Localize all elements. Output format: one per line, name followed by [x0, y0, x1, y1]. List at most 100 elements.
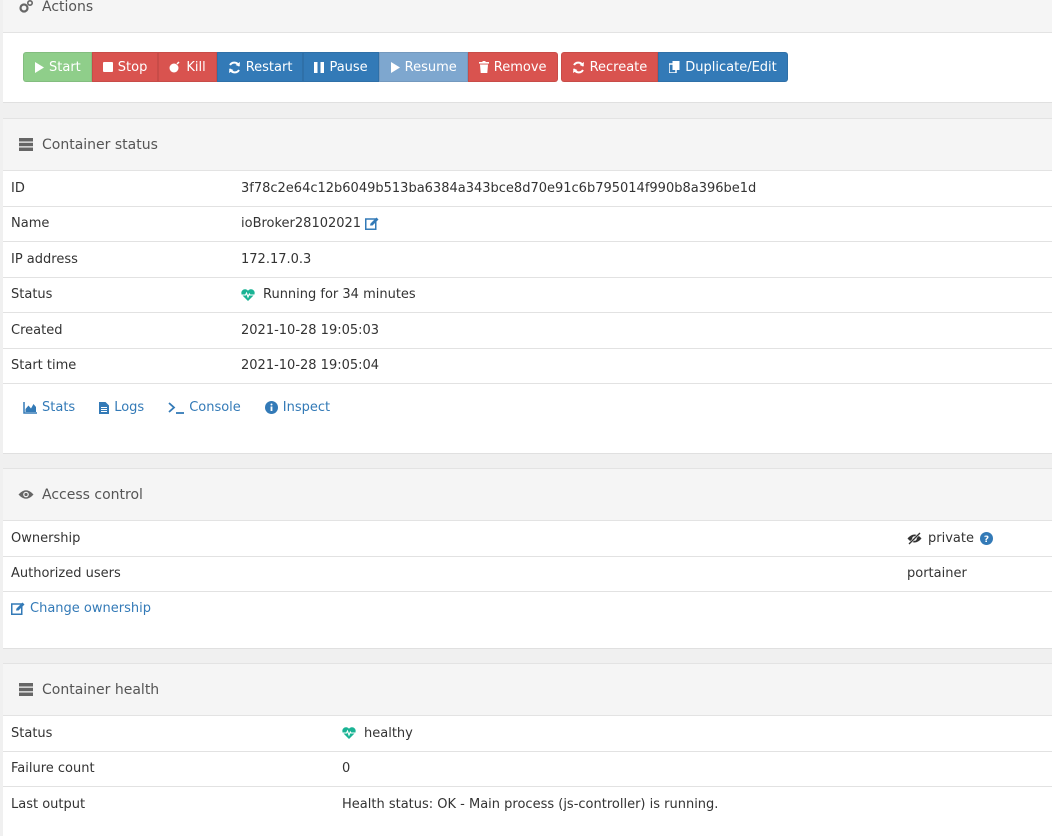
- container-status-title: Container status: [42, 136, 158, 153]
- server-icon: [18, 137, 34, 153]
- status-row-start-time: Start time 2021-10-28 19:05:04: [3, 349, 1052, 384]
- container-health-title: Container health: [42, 681, 160, 698]
- recreate-label: Recreate: [589, 59, 648, 75]
- container-health-widget: Container health Status healthy Failure …: [3, 663, 1052, 836]
- refresh-icon: [572, 61, 584, 73]
- status-row-status: Status Running for 34 minutes: [3, 278, 1052, 313]
- resume-button[interactable]: Resume: [378, 52, 468, 82]
- id-label: ID: [11, 180, 25, 196]
- actions-widget: Actions Start Stop Kill Restart Pause Re…: [3, 0, 1052, 103]
- status-label: Status: [11, 287, 53, 303]
- terminal-icon: [168, 401, 185, 414]
- pause-label: Pause: [329, 59, 368, 75]
- ownership-value: private: [928, 530, 974, 546]
- restart-button[interactable]: Restart: [216, 52, 304, 82]
- stop-button[interactable]: Stop: [91, 52, 159, 82]
- file-text-icon: [99, 401, 110, 414]
- authorized-users-row: Authorized users portainer: [3, 557, 1052, 592]
- change-ownership-link[interactable]: Change ownership: [11, 601, 151, 616]
- logs-label: Logs: [114, 400, 145, 415]
- trash-icon: [478, 61, 489, 73]
- start-label: Start: [49, 59, 81, 75]
- start-time-value: 2021-10-28 19:05:04: [241, 358, 380, 374]
- last-output-value: Health status: OK - Main process (js-con…: [342, 797, 719, 813]
- kill-button[interactable]: Kill: [158, 52, 217, 82]
- id-value: 3f78c2e64c12b6049b513ba6384a343bce8d70e9…: [241, 180, 757, 196]
- edit-name-icon[interactable]: [365, 217, 379, 231]
- resume-label: Resume: [404, 59, 457, 75]
- last-output-label: Last output: [11, 797, 86, 813]
- created-value: 2021-10-28 19:05:03: [241, 322, 380, 338]
- bomb-icon: [169, 61, 180, 73]
- health-status-row: Status healthy: [3, 716, 1052, 752]
- remove-button[interactable]: Remove: [467, 52, 558, 82]
- name-value-wrap: ioBroker28102021: [241, 216, 379, 231]
- container-health-header: Container health: [3, 664, 1052, 716]
- last-output-row: Last output Health status: OK - Main pro…: [3, 787, 1052, 823]
- console-link[interactable]: Console: [168, 400, 241, 415]
- ip-value: 172.17.0.3: [241, 251, 312, 267]
- duplicate-edit-button[interactable]: Duplicate/Edit: [658, 52, 788, 82]
- failure-count-row: Failure count 0: [3, 752, 1052, 787]
- name-value: ioBroker28102021: [241, 216, 362, 232]
- ownership-row: Ownership private ?: [3, 521, 1052, 557]
- authorized-users-label: Authorized users: [11, 566, 121, 582]
- stats-link[interactable]: Stats: [23, 400, 75, 415]
- recreate-button[interactable]: Recreate: [560, 52, 659, 82]
- ownership-value-wrap: private ?: [907, 531, 993, 546]
- failure-count-label: Failure count: [11, 761, 95, 777]
- logs-link[interactable]: Logs: [99, 400, 144, 415]
- area-chart-icon: [23, 401, 37, 414]
- play-icon: [390, 61, 400, 73]
- info-circle-icon: [264, 401, 278, 414]
- pause-button[interactable]: Pause: [303, 52, 379, 82]
- pause-icon: [314, 61, 325, 73]
- status-value-wrap: Running for 34 minutes: [241, 287, 416, 302]
- status-row-id: ID 3f78c2e64c12b6049b513ba6384a343bce8d7…: [3, 171, 1052, 207]
- status-row-created: Created 2021-10-28 19:05:03: [3, 313, 1052, 349]
- duplicate-edit-label: Duplicate/Edit: [685, 59, 777, 75]
- start-button[interactable]: Start: [23, 52, 92, 82]
- eye-icon: [18, 487, 34, 503]
- access-control-footer: Change ownership: [3, 592, 1052, 619]
- question-circle-icon[interactable]: ?: [979, 531, 993, 545]
- status-value: Running for 34 minutes: [263, 287, 416, 303]
- restart-label: Restart: [245, 59, 293, 75]
- access-control-header: Access control: [3, 469, 1052, 521]
- inspect-label: Inspect: [282, 400, 331, 415]
- created-label: Created: [11, 322, 63, 338]
- play-icon: [35, 61, 44, 73]
- health-status-label: Status: [11, 725, 53, 741]
- health-status-value: healthy: [364, 725, 413, 741]
- actions-toolbar: Start Stop Kill Restart Pause Resume Rem…: [3, 33, 1052, 82]
- inspect-link[interactable]: Inspect: [264, 400, 331, 415]
- edit-button-group: Recreate Duplicate/Edit: [560, 52, 788, 82]
- failure-count-value: 0: [342, 761, 351, 777]
- server-icon: [18, 682, 34, 698]
- remove-label: Remove: [493, 59, 547, 75]
- status-row-ip: IP address 172.17.0.3: [3, 242, 1052, 278]
- container-status-widget: Container status ID 3f78c2e64c12b6049b51…: [3, 118, 1052, 454]
- access-control-title: Access control: [42, 486, 143, 503]
- heartbeat-icon: [342, 727, 356, 740]
- start-time-label: Start time: [11, 358, 77, 374]
- name-label: Name: [11, 216, 50, 232]
- edit-icon: [11, 602, 25, 615]
- container-status-header: Container status: [3, 119, 1052, 171]
- kill-label: Kill: [186, 59, 206, 75]
- cogs-icon: [18, 0, 34, 15]
- actions-title: Actions: [42, 0, 94, 15]
- stop-icon: [102, 62, 113, 72]
- stop-label: Stop: [117, 59, 148, 75]
- actions-header: Actions: [3, 0, 1052, 33]
- refresh-icon: [228, 61, 240, 73]
- heartbeat-icon: [241, 288, 255, 301]
- authorized-users-value: portainer: [907, 566, 967, 582]
- copy-icon: [669, 61, 680, 73]
- status-row-name: Name ioBroker28102021: [3, 207, 1052, 242]
- ip-label: IP address: [11, 251, 78, 267]
- container-details-page: Actions Start Stop Kill Restart Pause Re…: [0, 0, 1052, 836]
- access-control-widget: Access control Ownership private ? Autho…: [3, 468, 1052, 649]
- lifecycle-button-group: Start Stop Kill Restart Pause Resume Rem…: [23, 52, 558, 82]
- stats-label: Stats: [42, 400, 76, 415]
